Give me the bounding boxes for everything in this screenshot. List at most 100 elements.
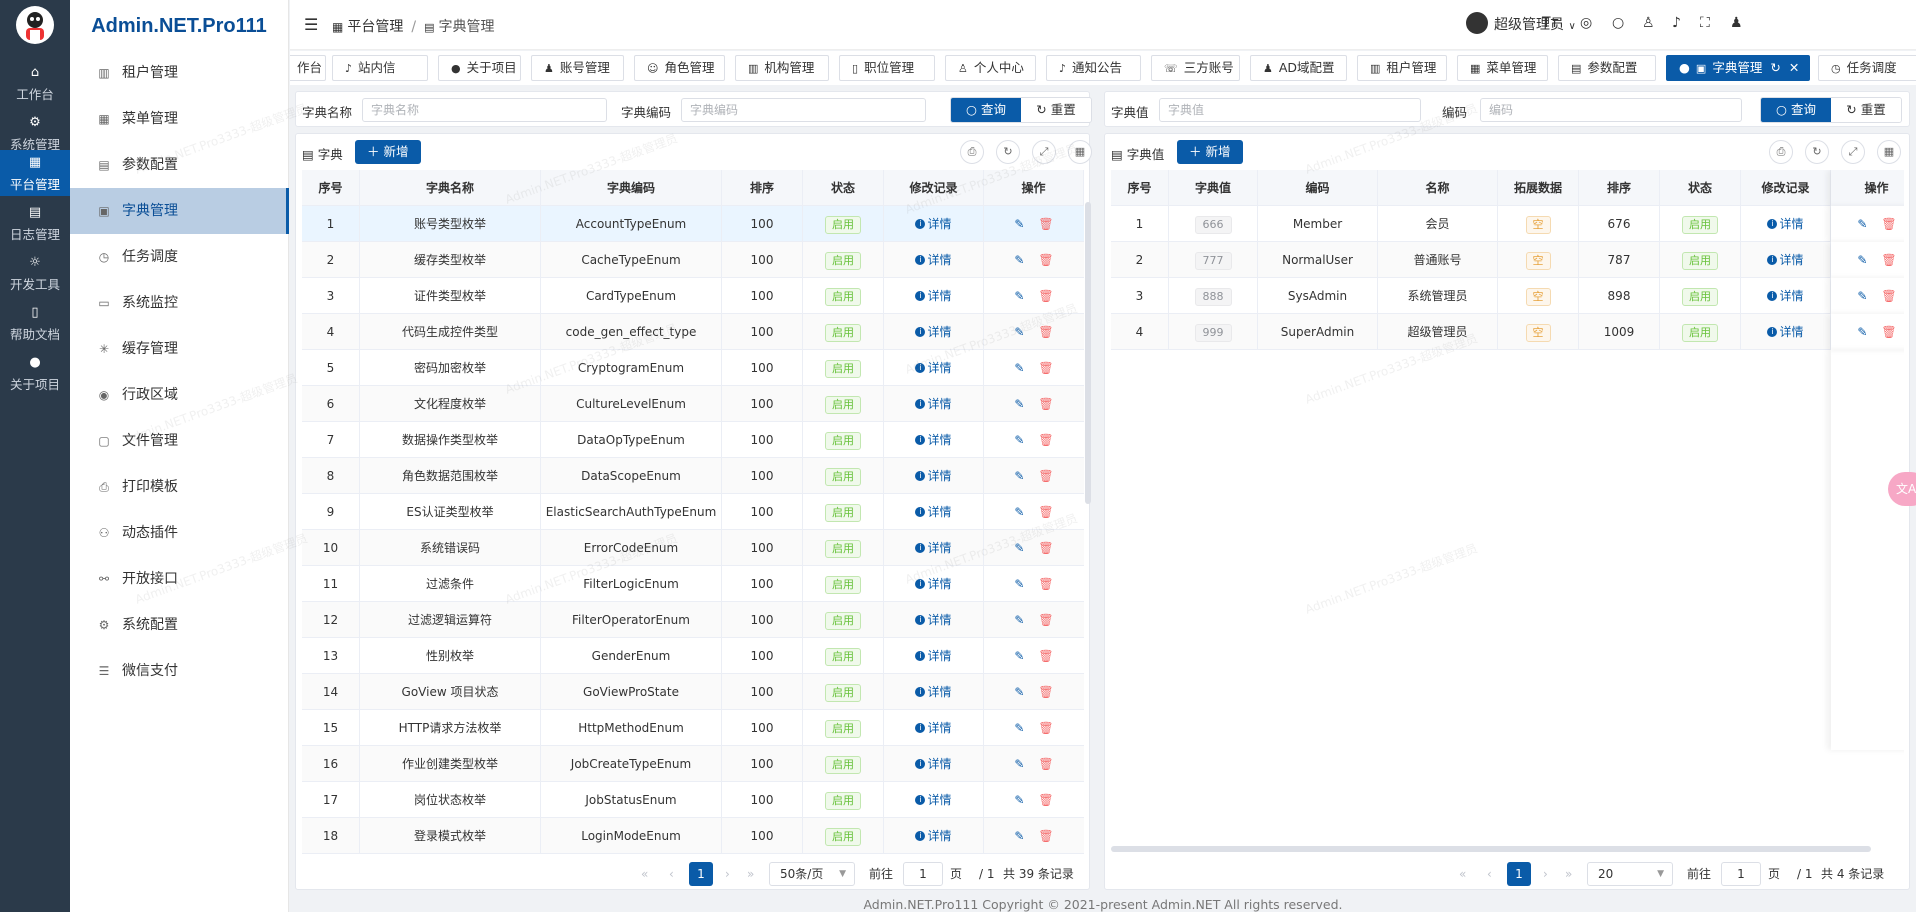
detail-link[interactable]: i 详情 bbox=[915, 217, 952, 231]
table-row[interactable]: 9 ES认证类型枚举 ElasticSearchAuthTypeEnum 100 启用 i… bbox=[302, 494, 1084, 530]
tab-7[interactable]: ♙ 个人中心 bbox=[945, 55, 1036, 81]
query-button[interactable]: ○ 查询 bbox=[951, 98, 1021, 122]
detail-link[interactable]: i 详情 bbox=[1767, 325, 1804, 339]
edit-icon[interactable]: ✎ bbox=[1014, 361, 1024, 375]
fullscreen-icon[interactable]: ⛶ bbox=[1700, 15, 1710, 31]
table-row[interactable]: 6 文化程度枚举 CultureLevelEnum 100 启用 i 详情 ✎ 🗑 bbox=[302, 386, 1084, 422]
detail-link[interactable]: i 详情 bbox=[915, 397, 952, 411]
edit-icon[interactable]: ✎ bbox=[1014, 757, 1024, 771]
table-row[interactable]: 3 888 SysAdmin 系统管理员空 898 启用 i 详情 ✎ 🗑 bbox=[1111, 278, 1904, 314]
edit-icon[interactable]: ✎ bbox=[1014, 433, 1024, 447]
edit-icon[interactable]: ✎ bbox=[1857, 289, 1867, 303]
table-row[interactable]: 2 777 NormalUser 普通账号空 787 启用 i 详情 ✎ 🗑 bbox=[1111, 242, 1904, 278]
tab-3[interactable]: ♟ 账号管理 bbox=[531, 55, 624, 81]
skin-icon[interactable]: ♙ bbox=[1642, 15, 1655, 31]
bell-icon[interactable]: ♪ bbox=[1672, 15, 1681, 31]
reset-button[interactable]: ↻ 重置 bbox=[1021, 98, 1091, 122]
breadcrumb-item[interactable]: 平台管理 bbox=[347, 19, 403, 35]
add-dictdata-button[interactable]: ＋ 新增 bbox=[1177, 140, 1243, 164]
edit-icon[interactable]: ✎ bbox=[1014, 289, 1024, 303]
table-row[interactable]: 10 系统错误码 ErrorCodeEnum 100 启用 i 详情 ✎ 🗑 bbox=[302, 530, 1084, 566]
delete-icon[interactable]: 🗑 bbox=[1881, 289, 1896, 303]
next-page-icon[interactable]: › bbox=[725, 867, 730, 881]
first-page-icon[interactable]: « bbox=[641, 867, 648, 881]
tab-15[interactable]: ◷ 任务调度 bbox=[1818, 55, 1916, 81]
edit-icon[interactable]: ✎ bbox=[1014, 325, 1024, 339]
print-icon[interactable]: ⎙ bbox=[1769, 140, 1793, 164]
refresh-icon[interactable]: ↻ bbox=[1770, 60, 1780, 75]
table-row[interactable]: 13 性别枚举 GenderEnum 100 启用 i 详情 ✎ 🗑 bbox=[302, 638, 1084, 674]
fullscreen-icon[interactable]: ⤢ bbox=[1032, 140, 1056, 164]
menu-item-1[interactable]: ▦ 菜单管理 bbox=[70, 96, 289, 142]
table-row[interactable]: 5 密码加密枚举 CryptogramEnum 100 启用 i 详情 ✎ 🗑 bbox=[302, 350, 1084, 386]
prev-page-icon[interactable]: ‹ bbox=[669, 867, 674, 881]
columns-icon[interactable]: ▦ bbox=[1068, 140, 1092, 164]
menu-item-12[interactable]: ⚙ 系统配置 bbox=[70, 602, 289, 648]
query-button[interactable]: ○ 查询 bbox=[1761, 98, 1831, 122]
edit-icon[interactable]: ✎ bbox=[1014, 217, 1024, 231]
delete-icon[interactable]: 🗑 bbox=[1038, 829, 1053, 843]
delete-icon[interactable]: 🗑 bbox=[1038, 397, 1053, 411]
reset-button[interactable]: ↻ 重置 bbox=[1831, 98, 1901, 122]
edit-icon[interactable]: ✎ bbox=[1014, 685, 1024, 699]
refresh-icon[interactable]: ↻ bbox=[996, 140, 1020, 164]
tab-2[interactable]: ● 关于项目 bbox=[438, 55, 521, 81]
tab-8[interactable]: ♪ 通知公告 bbox=[1046, 55, 1141, 81]
menu-item-3[interactable]: ▣ 字典管理 bbox=[70, 188, 289, 234]
detail-link[interactable]: i 详情 bbox=[1767, 217, 1804, 231]
delete-icon[interactable]: 🗑 bbox=[1038, 721, 1053, 735]
tab-12[interactable]: ▦ 菜单管理 bbox=[1457, 55, 1548, 81]
column-header[interactable]: 名称 bbox=[1378, 170, 1498, 206]
table-row[interactable]: 12 过滤逻辑运算符 FilterOperatorEnum 100 启用 i 详情 ✎ 🗑 bbox=[302, 602, 1084, 638]
last-page-icon[interactable]: » bbox=[747, 867, 754, 881]
table-hscrollbar[interactable] bbox=[1111, 846, 1871, 852]
menu-item-6[interactable]: ✳ 缓存管理 bbox=[70, 326, 289, 372]
column-header[interactable]: 序号 bbox=[302, 170, 360, 206]
column-header[interactable]: 操作 bbox=[1831, 170, 1904, 206]
menu-item-11[interactable]: ⚯ 开放接口 bbox=[70, 556, 289, 602]
delete-icon[interactable]: 🗑 bbox=[1038, 505, 1053, 519]
delete-icon[interactable]: 🗑 bbox=[1038, 469, 1053, 483]
rail-item-2[interactable]: ▦ 平台管理 bbox=[0, 150, 70, 196]
next-page-icon[interactable]: › bbox=[1543, 867, 1548, 881]
rail-item-5[interactable]: ▯ 帮助文档 bbox=[0, 300, 70, 346]
detail-link[interactable]: i 详情 bbox=[915, 469, 952, 483]
column-header[interactable]: 排序 bbox=[722, 170, 803, 206]
edit-icon[interactable]: ✎ bbox=[1857, 253, 1867, 267]
table-row[interactable]: 7 数据操作类型枚举 DataOpTypeEnum 100 启用 i 详情 ✎ 🗑 bbox=[302, 422, 1084, 458]
fullscreen-icon[interactable]: ⤢ bbox=[1841, 140, 1865, 164]
table-row[interactable]: 2 缓存类型枚举 CacheTypeEnum 100 启用 i 详情 ✎ 🗑 bbox=[302, 242, 1084, 278]
column-header[interactable]: 修改记录 bbox=[884, 170, 984, 206]
menu-toggle-icon[interactable]: ☰ bbox=[304, 15, 318, 34]
column-header[interactable]: 修改记录 bbox=[1741, 170, 1831, 206]
dict-name-input[interactable] bbox=[362, 98, 607, 122]
dict-value-input[interactable] bbox=[1159, 98, 1421, 122]
column-header[interactable]: 操作 bbox=[984, 170, 1084, 206]
user-menu[interactable]: 超级管理员 ∨ bbox=[1466, 12, 1576, 36]
detail-link[interactable]: i 详情 bbox=[915, 325, 952, 339]
delete-icon[interactable]: 🗑 bbox=[1038, 685, 1053, 699]
edit-icon[interactable]: ✎ bbox=[1014, 829, 1024, 843]
delete-icon[interactable]: 🗑 bbox=[1038, 541, 1053, 555]
column-header[interactable]: 字典值 bbox=[1169, 170, 1258, 206]
tab-4[interactable]: ☺ 角色管理 bbox=[634, 55, 725, 81]
detail-link[interactable]: i 详情 bbox=[915, 505, 952, 519]
tab-0[interactable]: 作台 bbox=[290, 55, 326, 81]
refresh-icon[interactable]: ↻ bbox=[1805, 140, 1829, 164]
delete-icon[interactable]: 🗑 bbox=[1038, 361, 1053, 375]
column-header[interactable]: 拓展数据 bbox=[1498, 170, 1579, 206]
table-row[interactable]: 4 999 SuperAdmin 超级管理员空 1009 启用 i 详情 ✎ 🗑 bbox=[1111, 314, 1904, 350]
column-header[interactable]: 编码 bbox=[1258, 170, 1378, 206]
current-page[interactable]: 1 bbox=[1507, 862, 1531, 886]
table-row[interactable]: 3 证件类型枚举 CardTypeEnum 100 启用 i 详情 ✎ 🗑 bbox=[302, 278, 1084, 314]
menu-item-0[interactable]: ▥ 租户管理 bbox=[70, 50, 289, 96]
menu-item-5[interactable]: ▭ 系统监控 bbox=[70, 280, 289, 326]
tab-14[interactable]: ● ▣ 字典管理 ↻ ✕ bbox=[1666, 55, 1810, 81]
delete-icon[interactable]: 🗑 bbox=[1038, 217, 1053, 231]
menu-item-9[interactable]: ⎙ 打印模板 bbox=[70, 464, 289, 510]
edit-icon[interactable]: ✎ bbox=[1014, 505, 1024, 519]
table-row[interactable]: 11 过滤条件 FilterLogicEnum 100 启用 i 详情 ✎ 🗑 bbox=[302, 566, 1084, 602]
page-jump-input[interactable]: 1 bbox=[1721, 862, 1761, 886]
column-header[interactable]: 状态 bbox=[803, 170, 884, 206]
delete-icon[interactable]: 🗑 bbox=[1038, 793, 1053, 807]
